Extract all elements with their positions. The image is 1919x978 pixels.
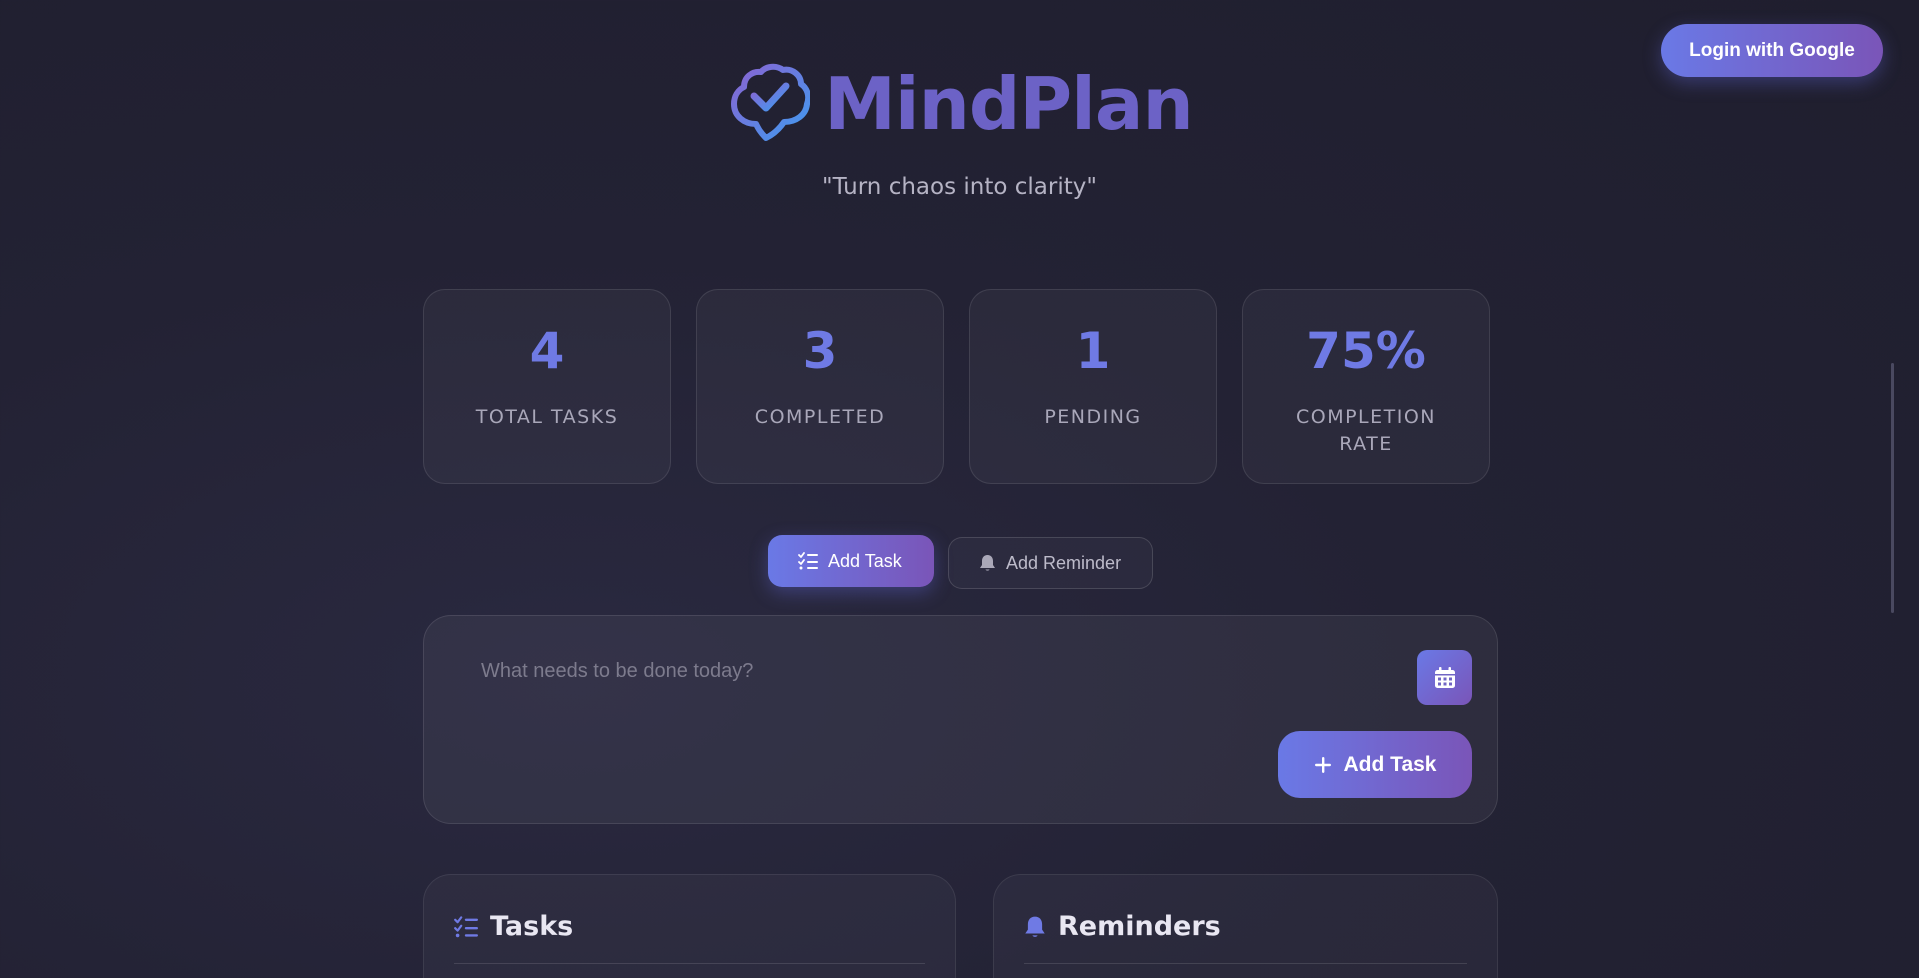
brand: MindPlan bbox=[726, 62, 1194, 146]
reminders-panel: Reminders bbox=[993, 874, 1498, 978]
tab-label: Add Task bbox=[828, 550, 902, 571]
panel-title: Reminders bbox=[1058, 911, 1221, 942]
stat-value: 75% bbox=[1306, 322, 1426, 380]
divider bbox=[1024, 963, 1467, 964]
add-task-submit-button[interactable]: Add Task bbox=[1278, 731, 1472, 798]
stat-value: 4 bbox=[529, 322, 565, 380]
page-scrollbar[interactable] bbox=[1891, 363, 1894, 613]
stat-card-completed: 3 COMPLETED bbox=[696, 289, 944, 484]
divider bbox=[454, 963, 925, 964]
task-input[interactable] bbox=[479, 650, 1383, 692]
app-header: MindPlan "Turn chaos into clarity" bbox=[0, 62, 1919, 200]
stats-row: 4 TOTAL TASKS 3 COMPLETED 1 PENDING 75% … bbox=[423, 289, 1498, 484]
tasks-panel: Tasks bbox=[423, 874, 956, 978]
tasks-panel-header: Tasks bbox=[454, 911, 573, 942]
reminders-panel-header: Reminders bbox=[1024, 911, 1221, 942]
stat-label: COMPLETION RATE bbox=[1295, 406, 1437, 455]
bell-icon bbox=[980, 555, 995, 571]
stat-value: 3 bbox=[802, 322, 838, 380]
task-list-icon bbox=[798, 552, 818, 570]
task-composer: Add Task bbox=[423, 615, 1498, 824]
calendar-button[interactable] bbox=[1417, 650, 1472, 705]
stat-card-pending: 1 PENDING bbox=[969, 289, 1217, 484]
brain-check-icon bbox=[731, 63, 811, 141]
plus-icon bbox=[1314, 756, 1331, 773]
mode-tabs: Add Task Add Reminder bbox=[768, 535, 1153, 589]
tab-label: Add Reminder bbox=[1006, 552, 1122, 573]
tagline: "Turn chaos into clarity" bbox=[822, 174, 1097, 200]
tab-add-reminder[interactable]: Add Reminder bbox=[948, 537, 1153, 589]
brand-title: MindPlan bbox=[824, 62, 1193, 146]
add-task-submit-label: Add Task bbox=[1343, 752, 1437, 776]
stat-label: COMPLETED bbox=[754, 406, 886, 428]
tab-add-task[interactable]: Add Task bbox=[768, 535, 934, 587]
bell-icon bbox=[1025, 916, 1045, 937]
stat-label: TOTAL TASKS bbox=[475, 406, 619, 428]
panel-title: Tasks bbox=[490, 911, 574, 942]
stat-label: PENDING bbox=[1044, 406, 1142, 428]
task-list-icon bbox=[454, 915, 478, 937]
stat-card-total-tasks: 4 TOTAL TASKS bbox=[423, 289, 671, 484]
stat-value: 1 bbox=[1075, 322, 1111, 380]
stat-card-completion-rate: 75% COMPLETION RATE bbox=[1242, 289, 1490, 484]
calendar-icon bbox=[1434, 666, 1455, 688]
